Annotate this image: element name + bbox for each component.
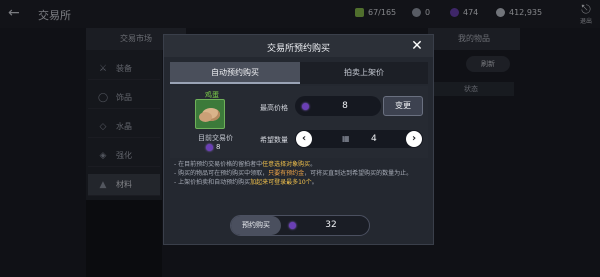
purple-gem-icon [302,103,309,110]
note-text: - 上架价拍卖和自动预约购买 [174,179,251,186]
dialog-header: 交易所预约购买 ✕ [164,35,433,57]
note-highlight: 加起来可登录最多10个 [250,179,312,186]
tab-auto-reserve[interactable]: 自动预约购买 [170,62,300,84]
current-price: 8 [206,143,220,151]
note-highlight: 任意选择对象购买 [262,161,311,168]
note-text: 。 [311,179,318,186]
egg-icon [199,112,212,122]
chevron-right-icon[interactable]: › [406,131,422,147]
note-text: - 在目前预约交易价格的留拍者中 [174,161,263,168]
max-price-field[interactable]: 8 [295,96,381,116]
quantity-icon: ▦ [342,134,350,143]
max-price-value: 8 [342,101,348,111]
dialog-title: 交易所预约购买 [266,44,330,54]
item-slot[interactable] [195,99,225,129]
tab-auction-listing[interactable]: 拍卖上架价 [300,62,428,84]
purple-gem-icon [206,143,213,151]
quantity-label: 希望数量 [260,136,288,144]
max-price-label: 最高价格 [260,104,288,112]
current-price-label: 目前交易价 [198,134,233,142]
note-line: - 购买的物品可在预约购买中领取，只要有预约金，可将买直到达到希望购买的数量为止… [174,168,412,177]
quantity-stepper[interactable]: ‹ ▦ 4 › [295,130,423,148]
note-line: - 上架价拍卖和自动预约购买加起来可登录最多10个。 [174,177,318,186]
note-line: - 在目前预约交易价格的留拍者中任意选择对象购买。 [174,159,316,168]
change-button[interactable]: 变更 [383,96,423,116]
note-text: - 购买的物品可在预约购买中领取， [174,170,269,177]
chevron-left-icon[interactable]: ‹ [296,131,312,147]
purple-gem-icon [289,222,296,229]
current-price-value: 8 [216,143,221,151]
reserve-buy-button[interactable]: 预约购买 32 [230,215,370,236]
reserve-purchase-dialog: 交易所预约购买 ✕ 自动预约购买 拍卖上架价 鸡蛋 目前交易价 8 最高价格 8… [163,34,434,245]
reserve-buy-total: 32 [325,220,337,230]
note-highlight: 只要有预约金 [268,170,305,177]
reserve-buy-label: 预约购买 [231,216,281,235]
notes: - 在目前预约交易价格的留拍者中任意选择对象购买。 - 购买的物品可在预约购买中… [170,159,428,191]
note-text: 。 [310,161,317,168]
quantity-value: 4 [371,134,377,144]
close-icon[interactable]: ✕ [409,38,425,54]
note-text: ，可将买直到达到希望购买的数量为止。 [304,170,413,177]
